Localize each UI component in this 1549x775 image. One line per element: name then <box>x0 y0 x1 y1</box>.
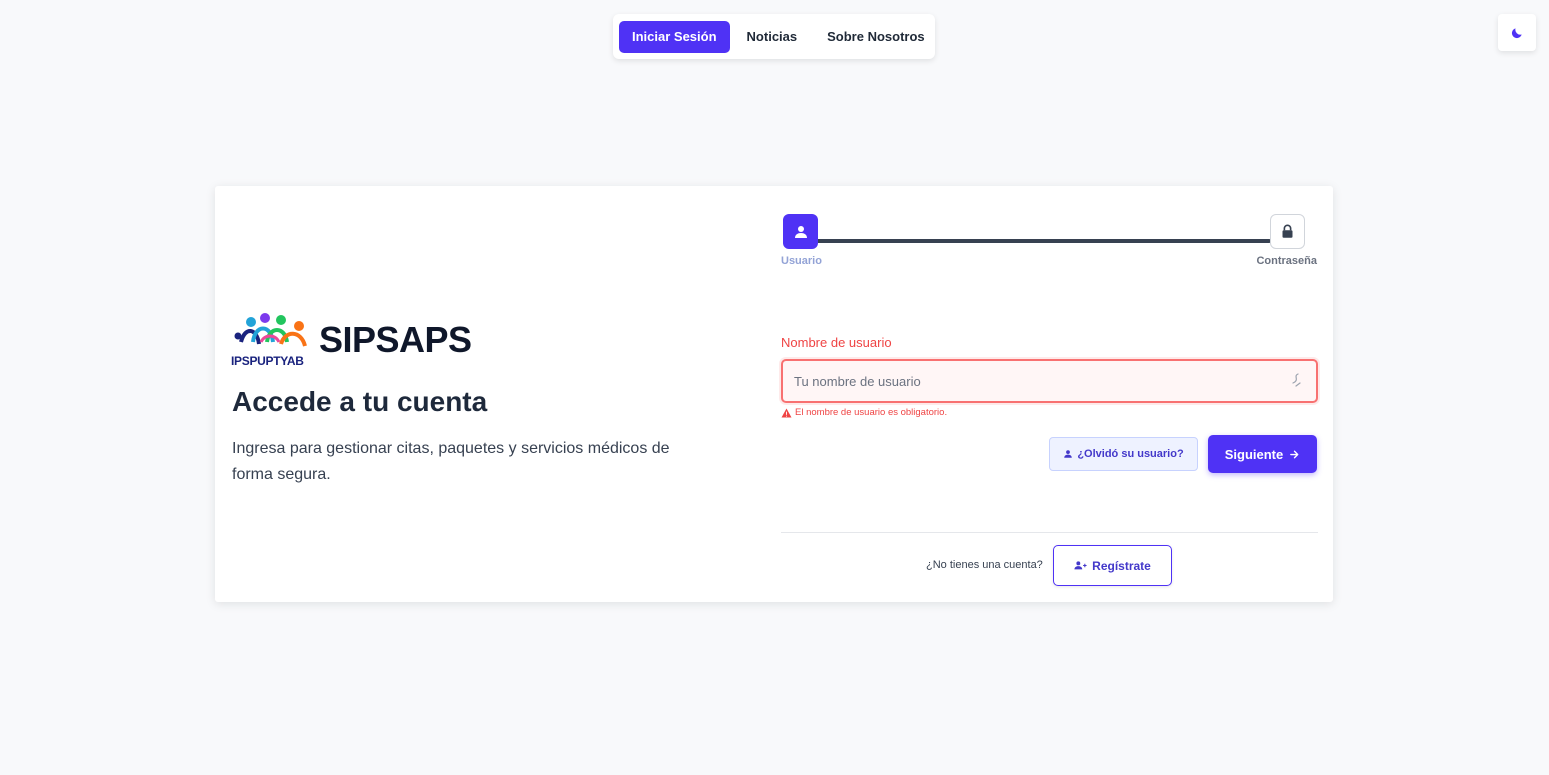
register-label: Regístrate <box>1092 558 1151 573</box>
arrow-right-icon <box>1290 450 1299 458</box>
page-subtitle: Ingresa para gestionar citas, paquetes y… <box>232 440 670 483</box>
user-plus-icon <box>1074 561 1087 570</box>
stepper-line <box>815 239 1271 243</box>
brand-name: SIPSAPS <box>319 319 472 360</box>
brand-logo: IPSPUPTYAB <box>231 312 311 368</box>
step-contrasena <box>1270 214 1305 249</box>
step-label-usuario: Usuario <box>781 255 822 267</box>
login-stepper: Usuario Contraseña <box>781 214 1317 270</box>
next-button[interactable]: Siguiente <box>1208 435 1317 473</box>
page: Iniciar Sesión Noticias Sobre Nosotros I… <box>0 0 1549 775</box>
register-button[interactable]: Regístrate <box>1053 545 1172 586</box>
nav-sobre-nosotros[interactable]: Sobre Nosotros <box>814 21 938 53</box>
username-label: Nombre de usuario <box>781 335 892 350</box>
username-error-text: El nombre de usuario es obligatorio. <box>795 407 948 418</box>
ipspuptyab-logo-icon <box>234 313 307 347</box>
forgot-username-button[interactable]: ¿Olvidó su usuario? <box>1049 437 1198 471</box>
brand-logo-text: IPSPUPTYAB <box>231 354 304 368</box>
divider <box>781 532 1318 533</box>
next-label: Siguiente <box>1224 446 1284 462</box>
nav-iniciar-sesion[interactable]: Iniciar Sesión <box>619 20 730 53</box>
username-input[interactable] <box>781 359 1318 403</box>
nav-noticias[interactable]: Noticias <box>734 21 811 53</box>
top-nav: Iniciar Sesión Noticias Sobre Nosotros <box>613 14 935 59</box>
step-label-contrasena: Contraseña <box>1256 255 1317 267</box>
no-account-prompt: ¿No tienes una cuenta? <box>926 559 1043 571</box>
input-clear-icon <box>1292 373 1301 387</box>
forgot-username-label: ¿Olvidó su usuario? <box>1077 448 1184 460</box>
warning-icon <box>781 407 792 418</box>
user-icon <box>794 225 807 238</box>
username-error: El nombre de usuario es obligatorio. <box>781 407 947 418</box>
login-card: IPSPUPTYAB SIPSAPS Accede a tu cuenta In… <box>215 186 1333 602</box>
lock-icon <box>1282 224 1293 238</box>
theme-toggle-button[interactable] <box>1498 14 1536 51</box>
step-usuario <box>783 214 818 249</box>
page-title: Accede a tu cuenta <box>232 386 488 417</box>
user-icon <box>1064 450 1073 458</box>
moon-icon <box>1511 27 1522 38</box>
brand: IPSPUPTYAB SIPSAPS <box>231 312 472 368</box>
